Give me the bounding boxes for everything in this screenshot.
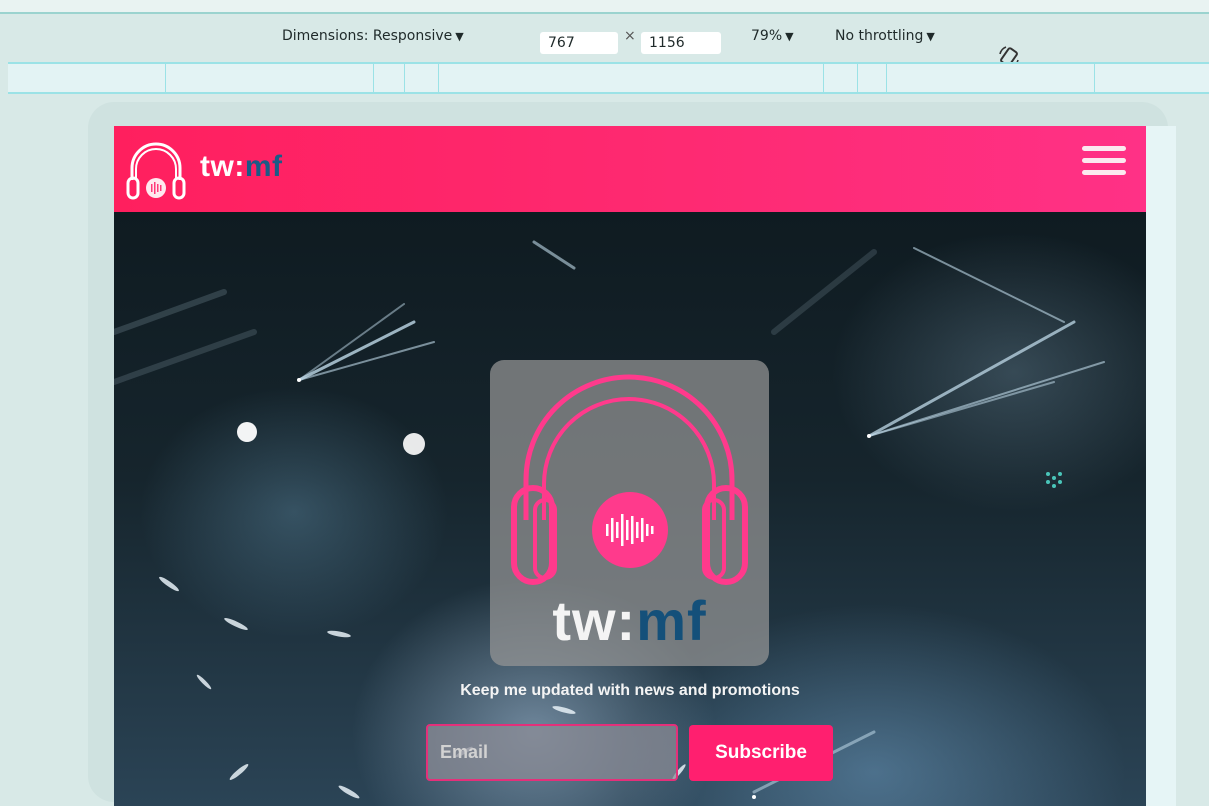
hero-logo-card: tw:mf: [490, 360, 769, 666]
hero-brand-part-a: tw:: [552, 589, 637, 652]
hero-brand: tw:mf: [490, 588, 769, 653]
hero-section: tw:mf Keep me updated with news and prom…: [114, 212, 1146, 806]
width-input[interactable]: 767: [540, 32, 618, 54]
zoom-label: 79%: [751, 28, 783, 44]
media-query-bar[interactable]: [8, 62, 1209, 94]
throttling-label: No throttling: [835, 28, 924, 44]
brand-part-a: tw:: [200, 150, 245, 183]
media-query-segment[interactable]: [438, 64, 439, 92]
window-top-strip: [0, 0, 1209, 14]
media-query-segment[interactable]: [1094, 64, 1095, 92]
media-query-segment[interactable]: [373, 64, 374, 92]
hamburger-menu-icon[interactable]: [1082, 146, 1126, 182]
chevron-down-icon: ▼: [785, 30, 794, 43]
brand-part-b: mf: [244, 150, 283, 183]
newsletter-promo-text: Keep me updated with news and promotions: [460, 682, 800, 699]
headphones-logo-icon[interactable]: [124, 136, 188, 202]
site-brand[interactable]: tw:mf: [200, 150, 283, 184]
media-query-segment[interactable]: [404, 64, 405, 92]
height-input[interactable]: 1156: [641, 32, 721, 54]
media-query-segment[interactable]: [886, 64, 887, 92]
hero-brand-part-b: mf: [636, 589, 707, 652]
dimensions-label: Dimensions: Responsive: [282, 28, 453, 44]
chevron-down-icon: ▼: [926, 30, 935, 43]
media-query-segment[interactable]: [857, 64, 858, 92]
chevron-down-icon: ▼: [455, 30, 464, 43]
throttling-dropdown[interactable]: No throttling ▼: [835, 28, 935, 44]
dimensions-dropdown[interactable]: Dimensions: Responsive ▼: [282, 28, 464, 44]
email-input[interactable]: Email: [426, 724, 678, 781]
subscribe-button[interactable]: Subscribe: [689, 725, 833, 781]
media-query-segment[interactable]: [165, 64, 166, 92]
resize-handle[interactable]: [1146, 126, 1176, 806]
responsive-toolbar: Dimensions: Responsive ▼ 767 × 1156 79% ▼ …: [0, 14, 1209, 68]
zoom-dropdown[interactable]: 79% ▼: [751, 28, 794, 44]
times-separator: ×: [624, 28, 636, 44]
media-query-segment[interactable]: [823, 64, 824, 92]
page-viewport: tw:mf tw:mf Keep me updated with news an…: [114, 126, 1146, 806]
site-header: tw:mf: [114, 126, 1146, 212]
